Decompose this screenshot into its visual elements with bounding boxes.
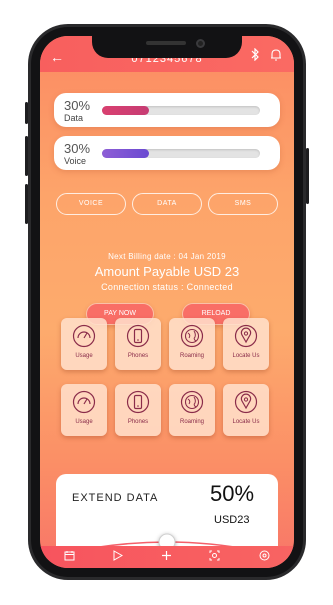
phone-icon <box>126 390 150 414</box>
settings-circle-icon[interactable] <box>259 550 270 564</box>
calendar-icon[interactable] <box>64 550 75 564</box>
tile-usage-label: Usage <box>75 353 93 359</box>
bell-icon[interactable] <box>270 48 282 66</box>
play-icon[interactable] <box>112 550 124 564</box>
tile-locate-us-label: Locate Us <box>232 353 260 359</box>
phone-icon <box>126 324 150 348</box>
tile-locate-us-2[interactable]: Locate Us <box>223 384 269 436</box>
bottom-nav <box>40 546 294 568</box>
speaker <box>146 41 186 45</box>
filter-sms[interactable]: SMS <box>208 193 278 215</box>
voice-usage-card: 30% Voice <box>54 136 280 170</box>
next-billing-date: Next Billing date : 04 Jan 2019 <box>108 252 226 261</box>
phone-frame: ← 0712345678 30% Data 30% Voice VOICE DA… <box>25 24 309 580</box>
voice-usage-track <box>102 149 260 158</box>
tile-usage-2-label: Usage <box>75 419 93 425</box>
tile-phones[interactable]: Phones <box>115 318 161 370</box>
tile-locate-us-2-label: Locate Us <box>232 419 260 425</box>
tile-roaming-2-label: Roaming <box>179 419 204 425</box>
app-screen: ← 0712345678 30% Data 30% Voice VOICE DA… <box>40 36 294 568</box>
plus-icon[interactable] <box>161 550 172 564</box>
tile-phones-2[interactable]: Phones <box>115 384 161 436</box>
gauge-icon <box>72 390 96 414</box>
camera <box>196 39 205 48</box>
voice-usage-label: Voice <box>64 156 87 166</box>
voice-usage-fill <box>102 149 150 158</box>
tile-roaming-label: Roaming <box>179 353 204 359</box>
notch <box>92 36 242 58</box>
data-usage-label: Data <box>64 113 84 123</box>
connection-status: Connection status : Connected <box>101 282 233 292</box>
scan-face-icon[interactable] <box>209 550 220 564</box>
tile-locate-us[interactable]: Locate Us <box>223 318 269 370</box>
tile-usage[interactable]: Usage <box>61 318 107 370</box>
tile-phones-label: Phones <box>127 353 149 359</box>
tile-roaming[interactable]: Roaming <box>169 318 215 370</box>
side-button-mute <box>25 102 28 124</box>
data-usage-track <box>102 106 260 115</box>
location-pin-icon <box>234 390 258 414</box>
globe-icon <box>180 324 204 348</box>
tile-usage-2[interactable]: Usage <box>61 384 107 436</box>
data-usage-card: 30% Data <box>54 93 280 127</box>
gauge-icon <box>72 324 96 348</box>
location-pin-icon <box>234 324 258 348</box>
data-usage-fill <box>102 106 150 115</box>
side-button-volume-up <box>25 136 28 176</box>
amount-payable: Amount Payable USD 23 <box>94 264 240 279</box>
filter-voice[interactable]: VOICE <box>56 193 126 215</box>
tile-roaming-2[interactable]: Roaming <box>169 384 215 436</box>
data-usage-percent: 30% <box>64 98 91 113</box>
tile-phones-2-label: Phones <box>127 419 149 425</box>
bluetooth-icon[interactable] <box>250 47 260 64</box>
filter-data[interactable]: DATA <box>132 193 202 215</box>
voice-usage-percent: 30% <box>64 141 91 156</box>
globe-icon <box>180 390 204 414</box>
side-button-power <box>306 148 309 204</box>
side-button-volume-down <box>25 184 28 224</box>
